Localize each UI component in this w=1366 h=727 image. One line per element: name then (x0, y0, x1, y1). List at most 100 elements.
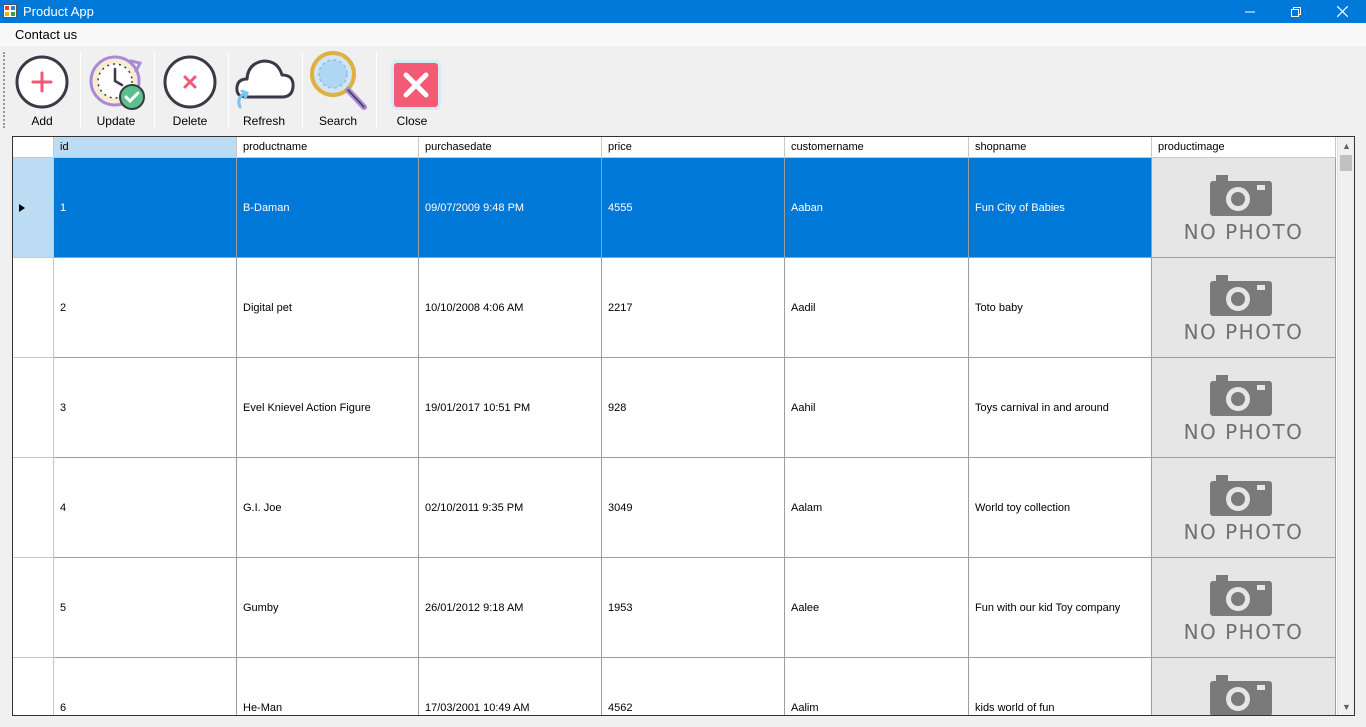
column-header-id[interactable]: id (54, 137, 237, 158)
app-icon (3, 4, 17, 18)
no-photo-label: NO PHOTO (1183, 520, 1304, 544)
minimize-icon (1245, 11, 1255, 12)
cell-id[interactable]: 5 (54, 558, 237, 658)
cell-price[interactable]: 4555 (602, 158, 785, 258)
toolbar: Add Update Delete Refresh Search Close (0, 46, 1366, 132)
cell-shopname[interactable]: Toys carnival in and around (969, 358, 1152, 458)
update-button-label: Update (96, 114, 136, 128)
product-data-grid[interactable]: id productname purchasedate price customerna… (12, 136, 1355, 716)
product-image-cell[interactable]: NO PHOTO (1152, 658, 1336, 715)
product-image-cell[interactable]: NO PHOTO (1152, 258, 1336, 358)
add-icon (15, 55, 69, 109)
column-header-purchasedate[interactable]: purchasedate (419, 137, 602, 158)
column-header-shopname[interactable]: shopname (969, 137, 1152, 158)
cell-price[interactable]: 4562 (602, 658, 785, 715)
cell-id[interactable]: 6 (54, 658, 237, 715)
cell-purchasedate[interactable]: 26/01/2012 9:18 AM (419, 558, 602, 658)
add-button-label: Add (31, 114, 53, 128)
window-close-button[interactable] (1319, 0, 1365, 23)
current-row-icon (19, 204, 25, 212)
cell-productname[interactable]: G.I. Joe (237, 458, 419, 558)
window-title: Product App (23, 4, 94, 19)
cell-shopname[interactable]: Fun City of Babies (969, 158, 1152, 258)
delete-icon (163, 55, 217, 109)
cell-productname[interactable]: He-Man (237, 658, 419, 715)
scrollbar-thumb[interactable] (1340, 155, 1352, 171)
no-photo-label: NO PHOTO (1183, 620, 1304, 644)
delete-button-label: Delete (172, 114, 208, 128)
product-image-cell[interactable]: NO PHOTO (1152, 558, 1336, 658)
cell-shopname[interactable]: kids world of fun (969, 658, 1152, 715)
row-header[interactable] (13, 258, 54, 358)
cell-purchasedate[interactable]: 09/07/2009 9:48 PM (419, 158, 602, 258)
close-button[interactable]: Close (376, 46, 448, 132)
search-icon (310, 51, 367, 110)
cell-shopname[interactable]: Fun with our kid Toy company (969, 558, 1152, 658)
product-image-cell[interactable]: NO PHOTO (1152, 458, 1336, 558)
row-header[interactable] (13, 558, 54, 658)
cell-id[interactable]: 2 (54, 258, 237, 358)
product-image-cell[interactable]: NO PHOTO (1152, 358, 1336, 458)
row-header[interactable] (13, 458, 54, 558)
camera-icon (1210, 475, 1272, 516)
column-header-productimage[interactable]: productimage (1152, 137, 1336, 158)
cell-purchasedate[interactable]: 10/10/2008 4:06 AM (419, 258, 602, 358)
row-header[interactable] (13, 358, 54, 458)
cell-shopname[interactable]: World toy collection (969, 458, 1152, 558)
camera-icon (1210, 175, 1272, 216)
refresh-button-label: Refresh (242, 114, 286, 128)
column-header-customername[interactable]: customername (785, 137, 969, 158)
search-button[interactable]: Search (302, 46, 374, 132)
update-icon (89, 55, 145, 110)
scroll-down-icon[interactable]: ▼ (1338, 698, 1354, 715)
scroll-up-icon[interactable]: ▲ (1338, 137, 1354, 154)
window-close-icon (1336, 6, 1348, 17)
refresh-button[interactable]: Refresh (228, 46, 300, 132)
cell-customername[interactable]: Aahil (785, 358, 969, 458)
camera-icon (1210, 375, 1272, 416)
cell-price[interactable]: 3049 (602, 458, 785, 558)
cell-customername[interactable]: Aalim (785, 658, 969, 715)
delete-button[interactable]: Delete (154, 46, 226, 132)
cell-productname[interactable]: Gumby (237, 558, 419, 658)
cell-customername[interactable]: Aalam (785, 458, 969, 558)
title-bar: Product App (0, 0, 1366, 23)
column-header-productname[interactable]: productname (237, 137, 419, 158)
cell-productname[interactable]: B-Daman (237, 158, 419, 258)
cell-purchasedate[interactable]: 19/01/2017 10:51 PM (419, 358, 602, 458)
minimize-button[interactable] (1227, 0, 1273, 23)
cell-purchasedate[interactable]: 02/10/2011 9:35 PM (419, 458, 602, 558)
menu-item-contact-us[interactable]: Contact us (15, 27, 77, 42)
cell-id[interactable]: 3 (54, 358, 237, 458)
row-header[interactable] (13, 158, 54, 258)
cell-customername[interactable]: Aaban (785, 158, 969, 258)
cell-productname[interactable]: Digital pet (237, 258, 419, 358)
cell-productname[interactable]: Evel Knievel Action Figure (237, 358, 419, 458)
cell-price[interactable]: 2217 (602, 258, 785, 358)
cell-purchasedate[interactable]: 17/03/2001 10:49 AM (419, 658, 602, 715)
refresh-icon (235, 59, 295, 109)
update-button[interactable]: Update (80, 46, 152, 132)
cell-shopname[interactable]: Toto baby (969, 258, 1152, 358)
row-header[interactable] (13, 658, 54, 715)
camera-icon (1210, 675, 1272, 715)
grid-corner-header[interactable] (13, 137, 54, 158)
camera-icon (1210, 575, 1272, 616)
restore-icon (1291, 6, 1301, 17)
cell-price[interactable]: 1953 (602, 558, 785, 658)
cell-price[interactable]: 928 (602, 358, 785, 458)
close-button-label: Close (396, 114, 428, 128)
camera-icon (1210, 275, 1272, 316)
cell-id[interactable]: 1 (54, 158, 237, 258)
vertical-scrollbar[interactable]: ▲ ▼ (1337, 137, 1354, 715)
restore-button[interactable] (1273, 0, 1319, 23)
column-header-price[interactable]: price (602, 137, 785, 158)
cell-customername[interactable]: Aadil (785, 258, 969, 358)
add-button[interactable]: Add (6, 46, 78, 132)
close-icon (391, 60, 441, 110)
cell-customername[interactable]: Aalee (785, 558, 969, 658)
cell-id[interactable]: 4 (54, 458, 237, 558)
product-image-cell[interactable]: NO PHOTO (1152, 158, 1336, 258)
no-photo-label: NO PHOTO (1183, 220, 1304, 244)
no-photo-label: NO PHOTO (1183, 320, 1304, 344)
